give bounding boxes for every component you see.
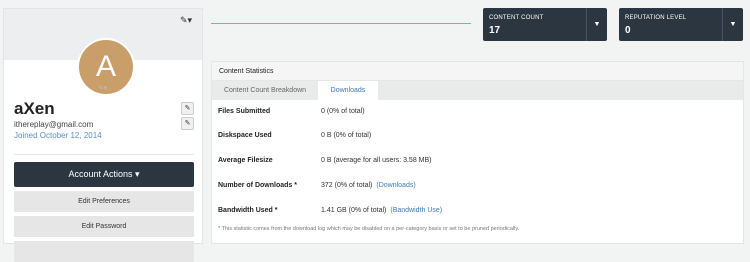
bandwidth-use-link[interactable]: (Bandwidth Use) xyxy=(390,207,442,214)
reputation-level-card[interactable]: REPUTATION LEVEL 0 ▼ xyxy=(619,8,743,41)
stat-value: 0 B (average for all users: 3.58 MB) xyxy=(321,157,432,164)
edit-password-button[interactable]: Edit Password xyxy=(14,216,194,237)
tab-downloads[interactable]: Downloads xyxy=(318,81,378,100)
next-action-button[interactable] xyxy=(14,241,194,262)
accent-line xyxy=(211,23,471,24)
stat-label: Average Filesize xyxy=(218,157,273,164)
stat-label: Number of Downloads * xyxy=(218,182,297,189)
avatar-edit-icon[interactable]: ✎▾ xyxy=(98,84,107,92)
profile-card: ✎▾ A ✎▾ aXen ithereplay@gmail.com Joined… xyxy=(3,8,203,262)
stat-value: 0 (0% of total) xyxy=(321,108,365,115)
tab-content-count-breakdown[interactable]: Content Count Breakdown xyxy=(212,81,318,100)
caret-down-icon[interactable]: ▼ xyxy=(722,8,743,41)
edit-cover-pencil-icon[interactable]: ✎▾ xyxy=(180,15,192,26)
edit-email-pencil-icon[interactable]: ✎ xyxy=(181,117,194,130)
tab-bar: Content Count Breakdown Downloads xyxy=(212,81,743,100)
stat-value: 0 B (0% of total) xyxy=(321,132,372,139)
reputation-level-value: 0 xyxy=(625,25,631,36)
profile-name: aXen xyxy=(14,99,55,118)
stat-value: 372 (0% of total) (Downloads) xyxy=(321,179,416,193)
edit-name-pencil-icon[interactable]: ✎ xyxy=(181,102,194,115)
panel-title: Content Statistics xyxy=(212,62,743,81)
content-count-label: CONTENT COUNT xyxy=(489,15,544,21)
reputation-level-label: REPUTATION LEVEL xyxy=(625,15,687,21)
profile-joined-date: Joined October 12, 2014 xyxy=(14,131,102,140)
stat-value-text: 372 (0% of total) xyxy=(321,182,373,189)
edit-preferences-button[interactable]: Edit Preferences xyxy=(14,191,194,212)
account-actions-button[interactable]: Account Actions ▾ xyxy=(14,162,194,187)
content-count-value: 17 xyxy=(489,25,501,36)
footnote: * This statistic comes from the download… xyxy=(218,226,520,232)
caret-down-icon[interactable]: ▼ xyxy=(586,8,607,41)
divider xyxy=(14,154,194,155)
stat-value: 1.41 GB (0% of total) (Bandwidth Use) xyxy=(321,204,442,218)
stat-label: Diskspace Used xyxy=(218,132,272,139)
stat-label: Bandwidth Used * xyxy=(218,207,278,214)
profile-email: ithereplay@gmail.com xyxy=(14,120,94,129)
content-statistics-panel: Content Statistics Content Count Breakdo… xyxy=(211,61,744,244)
stat-value-text: 1.41 GB (0% of total) xyxy=(321,207,387,214)
downloads-link[interactable]: (Downloads) xyxy=(376,182,415,189)
content-count-card[interactable]: CONTENT COUNT 17 ▼ xyxy=(483,8,607,41)
stat-label: Files Submitted xyxy=(218,108,271,115)
